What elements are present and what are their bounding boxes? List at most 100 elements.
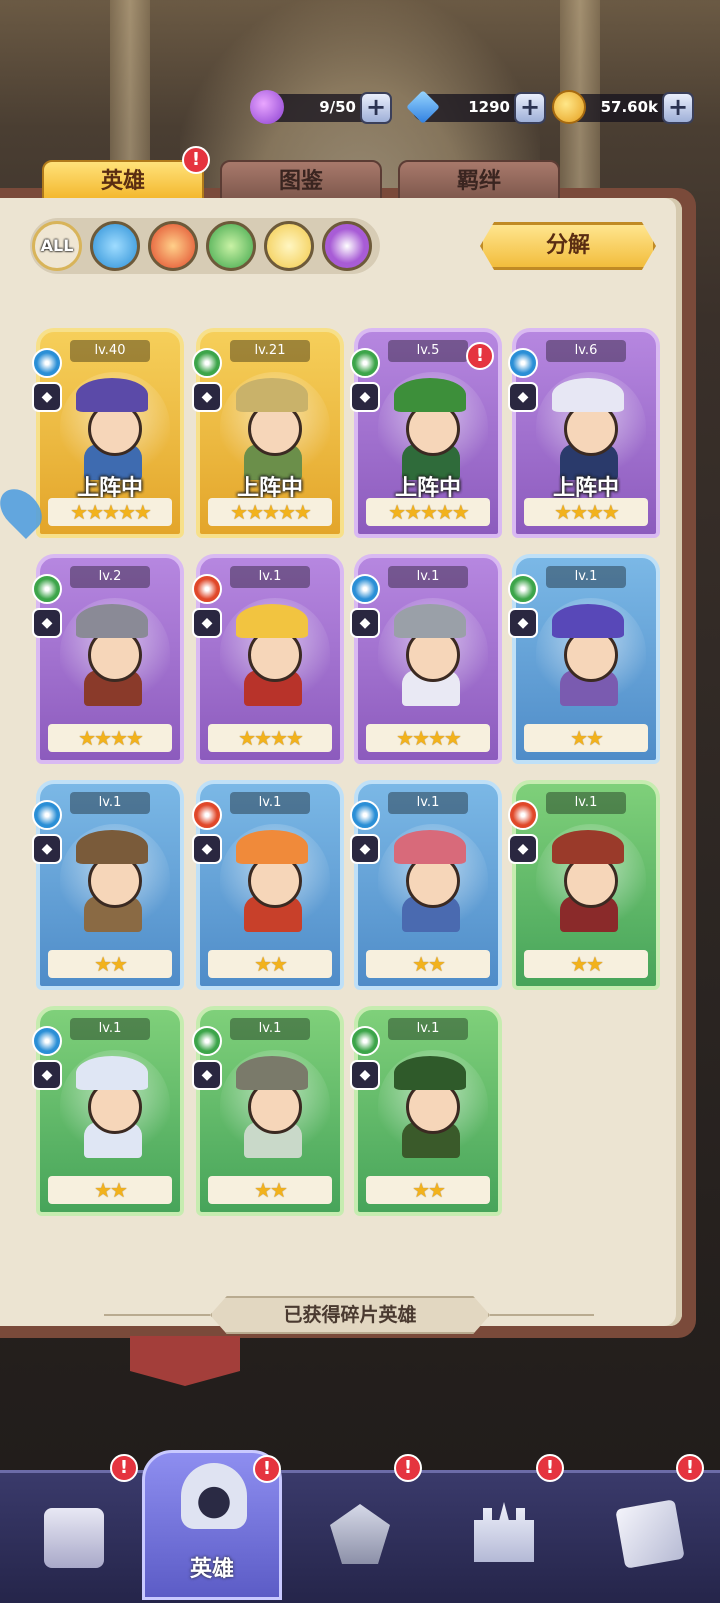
archer-class-icon: ◆ xyxy=(350,382,380,412)
hero-level: lv.1 xyxy=(546,792,626,814)
dark-element-icon[interactable] xyxy=(322,221,372,271)
warrior-class-icon: ◆ xyxy=(32,834,62,864)
hero-level: lv.1 xyxy=(230,1018,310,1040)
nav-shop-alert-icon: ! xyxy=(110,1454,138,1482)
star-rating: ★★★★ xyxy=(208,724,332,752)
mage-class-icon: ◆ xyxy=(508,834,538,864)
nav-map[interactable]: ! xyxy=(586,1454,706,1588)
tank-class-icon: ◆ xyxy=(350,608,380,638)
tab-label: 英雄 xyxy=(100,169,145,194)
add-gold-button[interactable]: + xyxy=(662,92,694,124)
nav-shop[interactable]: ! xyxy=(10,1454,138,1588)
hero-hair xyxy=(236,830,308,864)
nature-element-icon xyxy=(192,1026,222,1056)
star-rating: ★★ xyxy=(524,950,648,978)
hero-level: lv.1 xyxy=(388,792,468,814)
tank-class-icon: ◆ xyxy=(192,608,222,638)
star-rating: ★★ xyxy=(208,950,332,978)
water-element-icon xyxy=(350,574,380,604)
nav-battle-alert-icon: ! xyxy=(394,1454,422,1482)
fire-element-icon xyxy=(192,574,222,604)
star-rating: ★★ xyxy=(366,950,490,978)
warrior-class-icon: ◆ xyxy=(350,1060,380,1090)
star-rating: ★★★★★ xyxy=(208,498,332,526)
nature-element-icon xyxy=(350,1026,380,1056)
nav-heroes[interactable]: 英雄 ! xyxy=(142,1450,282,1600)
water-element-icon xyxy=(32,348,62,378)
shop-icon xyxy=(44,1508,104,1568)
hero-level: lv.21 xyxy=(230,340,310,362)
hero-hair xyxy=(394,378,466,412)
gold-value: 57.60k xyxy=(600,98,658,116)
hero-hair xyxy=(76,830,148,864)
water-element-icon xyxy=(32,800,62,830)
hero-hair xyxy=(552,604,624,638)
nav-heroes-alert-icon: ! xyxy=(253,1455,281,1483)
gems-resource: 1290 + xyxy=(406,90,546,124)
hero-hair xyxy=(394,604,466,638)
tab-heroes[interactable]: 英雄 xyxy=(42,160,204,202)
fire-element-icon[interactable] xyxy=(148,221,198,271)
add-gems-button[interactable]: + xyxy=(514,92,546,124)
add-stamina-button[interactable]: + xyxy=(360,92,392,124)
hero-level: lv.1 xyxy=(388,1018,468,1040)
obtained-fragments-heroes-button[interactable]: 已获得碎片英雄 xyxy=(210,1296,490,1334)
nature-element-icon xyxy=(350,348,380,378)
nature-element-icon[interactable] xyxy=(206,221,256,271)
bookmark-ribbon xyxy=(130,1336,240,1386)
map-scroll-icon xyxy=(615,1499,685,1569)
hero-level: lv.6 xyxy=(546,340,626,362)
fire-element-icon xyxy=(508,800,538,830)
star-rating: ★★★★ xyxy=(48,724,172,752)
archer-class-icon: ◆ xyxy=(350,834,380,864)
star-rating: ★★ xyxy=(48,1176,172,1204)
hero-level: lv.1 xyxy=(70,1018,150,1040)
nav-castle-alert-icon: ! xyxy=(536,1454,564,1482)
tab-label: 羁绊 xyxy=(456,169,501,194)
hero-level: lv.1 xyxy=(230,566,310,588)
hero-level: lv.1 xyxy=(230,792,310,814)
star-rating: ★★ xyxy=(366,1176,490,1204)
hero-level: lv.1 xyxy=(70,792,150,814)
star-rating: ★★★★ xyxy=(524,498,648,526)
star-rating: ★★ xyxy=(208,1176,332,1204)
archer-class-icon: ◆ xyxy=(192,382,222,412)
divider xyxy=(104,1314,210,1316)
mage-class-icon: ◆ xyxy=(32,382,62,412)
hero-hair xyxy=(76,604,148,638)
archer-class-icon: ◆ xyxy=(32,608,62,638)
hero-hair xyxy=(236,1056,308,1090)
potion-icon xyxy=(250,90,284,124)
hero-level: lv.2 xyxy=(70,566,150,588)
star-rating: ★★ xyxy=(48,950,172,978)
filter-all-button[interactable]: ALL xyxy=(32,221,82,271)
castle-icon xyxy=(474,1502,534,1562)
hero-hair xyxy=(394,830,466,864)
helmet-icon xyxy=(181,1463,247,1529)
nav-battle[interactable]: ! xyxy=(296,1454,422,1588)
star-rating: ★★★★★ xyxy=(366,498,490,526)
light-element-icon[interactable] xyxy=(264,221,314,271)
star-rating: ★★★★★ xyxy=(48,498,172,526)
nav-map-alert-icon: ! xyxy=(676,1454,704,1482)
hero-hair xyxy=(236,604,308,638)
element-filter-bar: ALL xyxy=(30,218,380,274)
hero-hair xyxy=(552,378,624,412)
water-element-icon[interactable] xyxy=(90,221,140,271)
gems-value: 1290 xyxy=(468,98,510,116)
hero-hair xyxy=(236,378,308,412)
hero-level: lv.1 xyxy=(546,566,626,588)
nature-element-icon xyxy=(508,574,538,604)
tab-bonds[interactable]: 羁绊 xyxy=(398,160,560,202)
decompose-button[interactable]: 分解 xyxy=(480,222,656,270)
divider xyxy=(490,1314,594,1316)
tab-codex[interactable]: 图鉴 xyxy=(220,160,382,202)
hero-level: lv.1 xyxy=(388,566,468,588)
hero-level: lv.5 xyxy=(388,340,468,362)
nature-element-icon xyxy=(192,348,222,378)
hero-hair xyxy=(76,1056,148,1090)
nav-castle[interactable]: ! xyxy=(440,1454,564,1588)
support-class-icon: ◆ xyxy=(508,382,538,412)
mage-class-icon: ◆ xyxy=(32,1060,62,1090)
support-class-icon: ◆ xyxy=(192,1060,222,1090)
